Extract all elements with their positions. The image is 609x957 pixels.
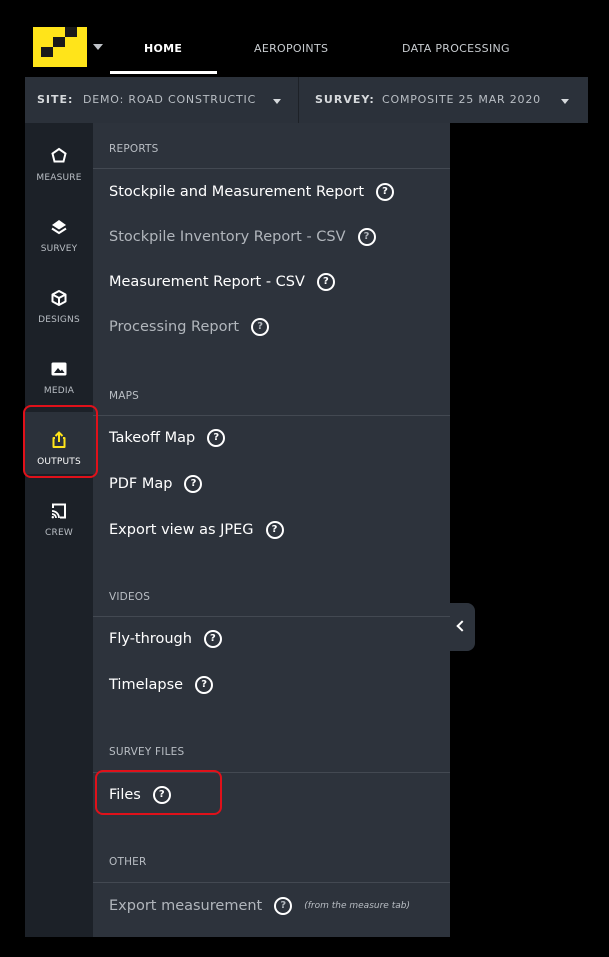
- site-label: SITE:: [37, 93, 74, 106]
- help-icon[interactable]: ?: [203, 630, 222, 648]
- item-label[interactable]: Processing Report: [109, 319, 239, 335]
- divider: [93, 882, 450, 883]
- takeoff-map-item[interactable]: Takeoff Map ?: [109, 429, 226, 447]
- divider: [298, 77, 299, 123]
- section-other: OTHER: [109, 856, 147, 868]
- cube-icon: [51, 290, 67, 306]
- chevron-down-icon[interactable]: [273, 99, 281, 104]
- layers-icon: [51, 220, 67, 235]
- chevron-left-icon: [456, 620, 468, 632]
- rail-item-label: MEASURE: [36, 173, 82, 183]
- fly-through-item[interactable]: Fly-through ?: [109, 630, 222, 648]
- divider: [93, 415, 450, 416]
- help-icon[interactable]: ?: [207, 429, 226, 447]
- item-label[interactable]: Stockpile Inventory Report - CSV: [109, 229, 346, 245]
- item-label[interactable]: PDF Map: [109, 476, 172, 492]
- item-note: (from the measure tab): [304, 901, 410, 911]
- item-label[interactable]: Export view as JPEG: [109, 522, 254, 538]
- rail-item-designs[interactable]: DESIGNS: [25, 270, 93, 332]
- image-icon: [51, 362, 67, 376]
- item-label[interactable]: Stockpile and Measurement Report: [109, 184, 364, 200]
- hexagon-icon: [51, 147, 67, 163]
- help-icon[interactable]: ?: [265, 521, 284, 539]
- rail-item-label: MEDIA: [43, 386, 75, 396]
- survey-label: SURVEY:: [315, 93, 375, 106]
- section-videos: VIDEOS: [109, 591, 151, 603]
- divider: [93, 616, 450, 617]
- highlight-files: [95, 770, 222, 815]
- timelapse-item[interactable]: Timelapse ?: [109, 676, 214, 694]
- help-icon[interactable]: ?: [376, 183, 395, 201]
- section-maps: MAPS: [109, 390, 140, 402]
- tab-home[interactable]: HOME: [144, 42, 182, 55]
- rail-item-label: CREW: [45, 528, 73, 538]
- rail-item-measure[interactable]: MEASURE: [25, 128, 93, 190]
- rail-item-crew[interactable]: CREW: [25, 483, 93, 545]
- item-label[interactable]: Timelapse: [109, 677, 183, 693]
- rail-item-label: SURVEY: [40, 244, 78, 254]
- logo-mark-piece: [41, 47, 53, 57]
- help-icon[interactable]: ?: [316, 273, 335, 291]
- divider: [93, 168, 450, 169]
- active-tab-indicator: [110, 71, 217, 74]
- collapse-panel-button[interactable]: [450, 603, 475, 651]
- help-icon[interactable]: ?: [251, 318, 270, 336]
- site-value[interactable]: DEMO: ROAD CONSTRUCTIC: [83, 93, 256, 106]
- survey-value[interactable]: COMPOSITE 25 MAR 2020: [382, 93, 541, 106]
- item-label[interactable]: Fly-through: [109, 631, 192, 647]
- processing-report-item[interactable]: Processing Report ?: [109, 318, 270, 336]
- item-label[interactable]: Export measurement: [109, 898, 262, 914]
- rail-item-media[interactable]: MEDIA: [25, 341, 93, 403]
- item-label[interactable]: Takeoff Map: [109, 430, 195, 446]
- item-label[interactable]: Measurement Report - CSV: [109, 274, 305, 290]
- help-icon[interactable]: ?: [357, 228, 376, 246]
- chevron-down-icon[interactable]: [561, 99, 569, 104]
- pdf-map-item[interactable]: PDF Map ?: [109, 475, 203, 493]
- logo[interactable]: [33, 27, 87, 67]
- export-measurement-item[interactable]: Export measurement ? (from the measure t…: [109, 897, 410, 915]
- highlight-outputs: [23, 405, 98, 478]
- help-icon[interactable]: ?: [274, 897, 293, 915]
- stockpile-report-item[interactable]: Stockpile and Measurement Report ?: [109, 183, 395, 201]
- logo-mark-piece: [53, 37, 65, 47]
- site-survey-bar: SITE: DEMO: ROAD CONSTRUCTIC SURVEY: COM…: [25, 77, 588, 123]
- side-rail: MEASURE SURVEY DESIGNS MEDIA OUTPUTS CRE…: [25, 123, 93, 937]
- logo-mark-piece: [65, 27, 77, 37]
- section-survey-files: SURVEY FILES: [109, 746, 185, 758]
- help-icon[interactable]: ?: [195, 676, 214, 694]
- help-icon[interactable]: ?: [184, 475, 203, 493]
- stockpile-csv-item[interactable]: Stockpile Inventory Report - CSV ?: [109, 228, 376, 246]
- export-jpeg-item[interactable]: Export view as JPEG ?: [109, 521, 284, 539]
- rail-item-label: DESIGNS: [38, 315, 80, 325]
- measurement-csv-item[interactable]: Measurement Report - CSV ?: [109, 273, 335, 291]
- rail-item-survey[interactable]: SURVEY: [25, 199, 93, 261]
- tab-data-processing[interactable]: DATA PROCESSING: [402, 42, 510, 55]
- tab-aeropoints[interactable]: AEROPOINTS: [254, 42, 328, 55]
- chevron-down-icon[interactable]: [93, 44, 103, 50]
- section-reports: REPORTS: [109, 143, 159, 155]
- cast-icon: [51, 503, 66, 519]
